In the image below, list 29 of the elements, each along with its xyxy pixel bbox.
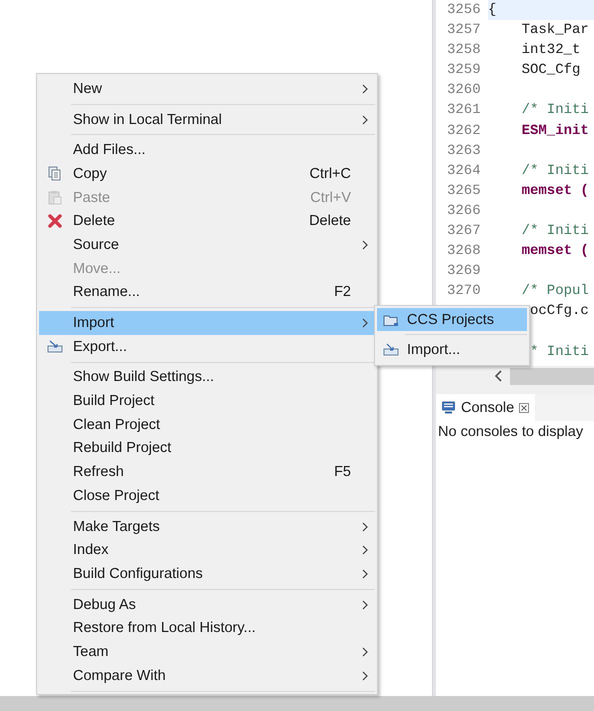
line-number: 3259 xyxy=(447,62,481,78)
line-number: 3265 xyxy=(447,182,481,199)
code-line: memset ( xyxy=(520,243,589,260)
line-number: 3266 xyxy=(447,202,481,219)
console-message: No consoles to display xyxy=(437,423,584,442)
code-line: * Initi xyxy=(529,344,589,360)
code-line: ocCfg.c xyxy=(529,303,589,320)
code-line: memset ( xyxy=(520,182,589,199)
code-line: SOC_Cfg xyxy=(520,62,580,78)
code-line: { xyxy=(488,2,496,18)
code-line: int32_t xyxy=(520,42,580,58)
code-line: Task_Par xyxy=(520,22,589,38)
line-number: 3269 xyxy=(447,263,481,280)
line-number: 3261 xyxy=(447,102,481,118)
code-line: ESM_init xyxy=(520,122,589,139)
line-number: 3264 xyxy=(447,162,481,179)
line-number: 3263 xyxy=(447,142,481,159)
line-number: 3260 xyxy=(447,82,481,98)
code-line: /* Initi xyxy=(520,102,589,118)
code-line: /* Initi xyxy=(520,162,589,179)
line-number: 3257 xyxy=(447,22,481,38)
line-number: 3270 xyxy=(447,283,481,300)
code-line: /* Popul xyxy=(520,283,589,300)
line-number: 3256 xyxy=(447,2,481,18)
line-number: 3268 xyxy=(447,243,481,260)
line-number: 3262 xyxy=(447,122,481,139)
line-number: 3258 xyxy=(447,42,481,58)
line-number: 3267 xyxy=(447,223,481,240)
code-line: /* Initi xyxy=(520,223,589,240)
